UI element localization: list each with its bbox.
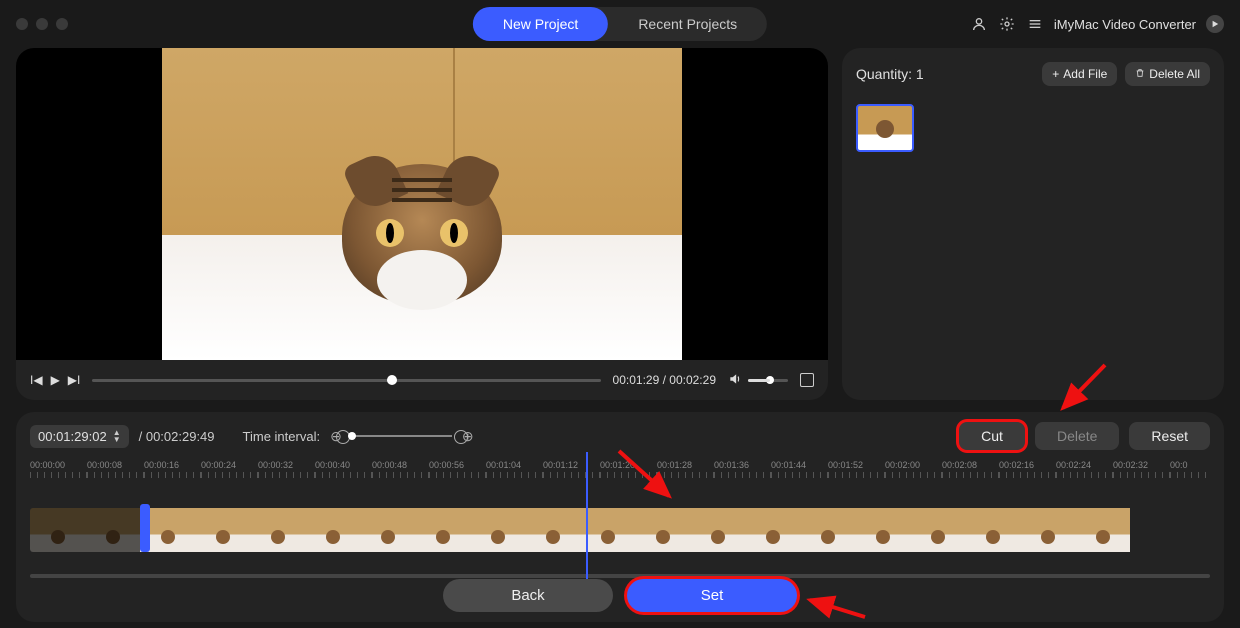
delete-all-button[interactable]: Delete All: [1125, 62, 1210, 86]
clip-thumb: [910, 508, 965, 552]
set-button[interactable]: Set: [627, 579, 797, 612]
clip-thumb: [1075, 508, 1130, 552]
titlebar: New Project Recent Projects iMyMac Video…: [0, 0, 1240, 48]
ruler-tick: 00:00:08: [87, 460, 144, 470]
video-player: I◀ ▶ ▶I 00:01:29 / 00:02:29: [16, 48, 828, 400]
project-tabs: New Project Recent Projects: [473, 7, 767, 41]
video-preview: [162, 48, 682, 360]
media-sidebar: Quantity: 1 + Add File Delete All: [842, 48, 1224, 400]
ruler-tick: 00:01:28: [657, 460, 714, 470]
time-stepper[interactable]: ▲▼: [113, 429, 121, 443]
playhead[interactable]: [586, 452, 588, 576]
time-interval-label: Time interval:: [243, 429, 321, 444]
tab-new-project[interactable]: New Project: [473, 7, 608, 41]
clip-thumb: [30, 508, 85, 552]
play-button[interactable]: ▶: [51, 373, 60, 387]
timeline-ruler: 00:00:0000:00:0800:00:1600:00:2400:00:32…: [30, 460, 1210, 482]
clip-thumb: [855, 508, 910, 552]
plus-icon: +: [1052, 67, 1059, 81]
ruler-tick: 00:02:00: [885, 460, 942, 470]
gear-icon[interactable]: [998, 15, 1016, 33]
ruler-tick: 00:02:24: [1056, 460, 1113, 470]
back-button[interactable]: Back: [443, 579, 613, 612]
ruler-tick: 00:02:32: [1113, 460, 1170, 470]
reset-button[interactable]: Reset: [1129, 422, 1210, 450]
clip-thumb: [1020, 508, 1075, 552]
prev-frame-button[interactable]: I◀: [30, 373, 43, 387]
window-controls: [16, 18, 68, 30]
trash-icon: [1135, 67, 1145, 81]
tab-recent-projects[interactable]: Recent Projects: [608, 7, 767, 41]
zoom-slider[interactable]: [352, 435, 452, 437]
ruler-tick: 00:00:48: [372, 460, 429, 470]
media-thumbnail[interactable]: [856, 104, 914, 152]
ruler-tick: 00:00:00: [30, 460, 87, 470]
selection-handle-left[interactable]: [140, 504, 150, 552]
duration-label: / 00:02:29:49: [139, 429, 215, 444]
clip-thumb: [745, 508, 800, 552]
ruler-tick: 00:02:16: [999, 460, 1056, 470]
clip-thumb: [250, 508, 305, 552]
ruler-tick: 00:01:20: [600, 460, 657, 470]
fullscreen-icon[interactable]: [800, 373, 814, 387]
delete-button[interactable]: Delete: [1035, 422, 1119, 450]
close-window[interactable]: [16, 18, 28, 30]
maximize-window[interactable]: [56, 18, 68, 30]
current-time-input[interactable]: 00:01:29:02 ▲▼: [30, 425, 129, 448]
ruler-tick: 00:02:08: [942, 460, 999, 470]
ruler-tick: 00:01:36: [714, 460, 771, 470]
app-name: iMyMac Video Converter: [1054, 17, 1196, 32]
clip-thumb: [525, 508, 580, 552]
clip-strip[interactable]: [30, 500, 1210, 556]
ruler-tick: 00:01:04: [486, 460, 543, 470]
clip-thumb: [360, 508, 415, 552]
ruler-tick: 00:00:24: [201, 460, 258, 470]
volume-icon[interactable]: [728, 372, 742, 389]
player-controls: I◀ ▶ ▶I 00:01:29 / 00:02:29: [16, 360, 828, 400]
app-play-icon[interactable]: [1206, 15, 1224, 33]
timeline-editor: 00:01:29:02 ▲▼ / 00:02:29:49 Time interv…: [16, 412, 1224, 622]
clip-thumb: [305, 508, 360, 552]
playback-time: 00:01:29 / 00:02:29: [613, 373, 716, 387]
timeline-scrollbar[interactable]: [30, 574, 1210, 578]
clip-thumb: [415, 508, 470, 552]
ruler-tick: 00:00:40: [315, 460, 372, 470]
ruler-tick: 00:00:16: [144, 460, 201, 470]
video-frame[interactable]: [16, 48, 828, 360]
cut-button[interactable]: Cut: [959, 422, 1025, 450]
ruler-tick: 00:00:56: [429, 460, 486, 470]
ruler-tick: 00:01:52: [828, 460, 885, 470]
ruler-tick: 00:01:12: [543, 460, 600, 470]
account-icon[interactable]: [970, 15, 988, 33]
menu-icon[interactable]: [1026, 15, 1044, 33]
clip-thumb: [85, 508, 140, 552]
next-frame-button[interactable]: ▶I: [68, 373, 81, 387]
clip-thumb: [690, 508, 745, 552]
clip-thumb: [965, 508, 1020, 552]
minimize-window[interactable]: [36, 18, 48, 30]
clip-thumb: [580, 508, 635, 552]
quantity-label: Quantity: 1: [856, 66, 1034, 82]
clip-thumb: [635, 508, 690, 552]
ruler-tick: 00:01:44: [771, 460, 828, 470]
clip-thumb: [195, 508, 250, 552]
clip-thumb: [470, 508, 525, 552]
add-file-button[interactable]: + Add File: [1042, 62, 1117, 86]
volume-slider[interactable]: [748, 379, 788, 382]
ruler-tick: 00:0: [1170, 460, 1210, 470]
clip-thumb: [800, 508, 855, 552]
progress-slider[interactable]: [92, 379, 600, 382]
ruler-tick: 00:00:32: [258, 460, 315, 470]
titlebar-right: iMyMac Video Converter: [970, 15, 1224, 33]
